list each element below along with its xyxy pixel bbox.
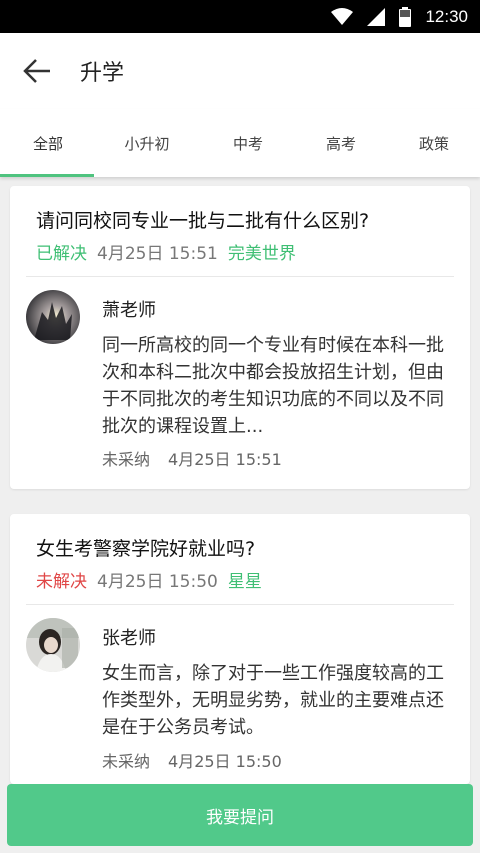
- wifi-icon: [331, 7, 354, 25]
- divider: [26, 604, 454, 605]
- question-title[interactable]: 请问同校同专业一批与二批有什么区别?: [36, 206, 369, 233]
- question-card[interactable]: 女生考警察学院好就业吗? 未解决 4月25日 15:50 星星 张老师 女生而言…: [10, 514, 470, 784]
- status-bar: 12:30: [0, 0, 480, 33]
- answer-date: 4月25日 15:51: [168, 450, 282, 469]
- question-author[interactable]: 完美世界: [228, 239, 296, 264]
- tab-bar: 全部 小升初 中考 高考 政策: [0, 109, 480, 177]
- teacher-name: 萧老师: [102, 300, 156, 321]
- status-time: 12:30: [425, 6, 468, 26]
- tab-policy[interactable]: 政策: [386, 109, 480, 177]
- answer-date: 4月25日 15:50: [168, 752, 282, 771]
- answer-text: 同一所高校的同一个专业有时候在本科一批次和本科二批次中都会投放招生计划，但由于不…: [102, 335, 444, 437]
- active-tab-indicator: [0, 174, 94, 177]
- question-date: 4月25日 15:50: [97, 572, 218, 592]
- question-author[interactable]: 星星: [228, 567, 262, 592]
- tab-primary-to-middle[interactable]: 小升初: [99, 109, 195, 177]
- status-icons: 12:30: [331, 0, 468, 33]
- question-card[interactable]: 请问同校同专业一批与二批有什么区别? 已解决 4月25日 15:51 完美世界 …: [10, 186, 470, 489]
- question-meta: 未解决 4月25日 15:50 星星: [36, 567, 262, 592]
- tab-high-school-entrance[interactable]: 中考: [200, 109, 296, 177]
- tab-all[interactable]: 全部: [0, 109, 96, 177]
- status-badge: 未解决: [36, 572, 87, 592]
- signal-icon: [367, 7, 386, 26]
- question-date: 4月25日 15:51: [97, 244, 218, 264]
- answer-meta: 未采纳 4月25日 15:51: [102, 446, 282, 470]
- page-title: 升学: [80, 61, 125, 86]
- adopt-status: 未采纳: [102, 752, 151, 771]
- tab-college-entrance[interactable]: 高考: [293, 109, 389, 177]
- app-bar: 升学: [0, 33, 480, 109]
- answer-text: 女生而言，除了对于一些工作强度较高的工作类型外，无明显劣势，就业的主要难点还是在…: [102, 663, 444, 738]
- avatar[interactable]: [26, 618, 80, 672]
- battery-icon: [399, 6, 412, 27]
- question-title[interactable]: 女生考警察学院好就业吗?: [36, 534, 255, 561]
- avatar[interactable]: [26, 290, 80, 344]
- status-badge: 已解决: [36, 244, 87, 264]
- divider: [26, 276, 454, 277]
- adopt-status: 未采纳: [102, 450, 151, 469]
- answer-meta: 未采纳 4月25日 15:50: [102, 748, 282, 772]
- ask-question-button[interactable]: 我要提问: [7, 784, 473, 846]
- teacher-name: 张老师: [102, 628, 156, 649]
- question-meta: 已解决 4月25日 15:51 完美世界: [36, 239, 296, 264]
- back-arrow-icon[interactable]: [22, 58, 52, 84]
